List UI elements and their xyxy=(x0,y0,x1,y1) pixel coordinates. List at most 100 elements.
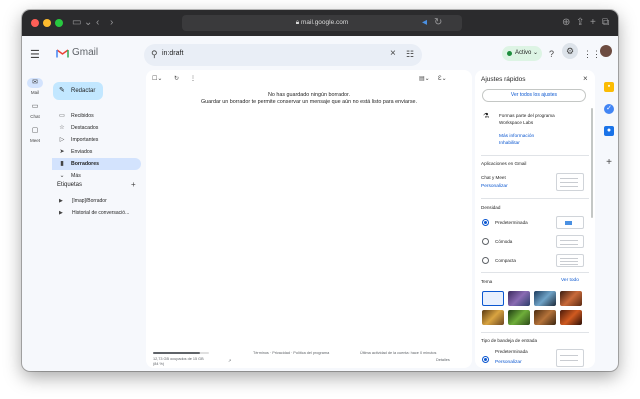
settings-gear-icon[interactable]: ⚙ xyxy=(562,43,578,59)
more-options-icon[interactable]: ⋮ xyxy=(190,75,196,82)
tab-overview-icon[interactable]: ⧉ xyxy=(602,16,609,30)
contacts-icon[interactable]: ● xyxy=(604,126,614,136)
theme-view-all-link[interactable]: Ver todo xyxy=(561,278,579,283)
search-icon[interactable]: ⚲ xyxy=(151,49,158,60)
rail-item-meet[interactable]: ▢ Meet xyxy=(22,126,48,143)
theme-default-thumbnail[interactable] xyxy=(482,291,504,306)
forward-icon[interactable]: › xyxy=(110,16,113,30)
scrollbar[interactable] xyxy=(591,108,593,218)
address-bar[interactable]: 🔒︎ mail.google.com xyxy=(182,15,462,31)
app-rail: ✉ Mail ▭ Chat ▢ Meet xyxy=(22,74,48,371)
search-bar[interactable]: ⚲ in:draft × ☷ xyxy=(144,44,422,66)
tasks-icon[interactable]: ✓ xyxy=(604,104,614,114)
divider xyxy=(481,198,589,199)
chat-meet-label: Chat y Meet xyxy=(481,175,506,180)
select-all-checkbox[interactable]: ☐⌄ xyxy=(152,75,162,82)
storage-meter[interactable] xyxy=(153,352,209,354)
divider xyxy=(481,155,589,156)
sidebar-item-destacados[interactable]: ☆ Destacados xyxy=(52,122,141,134)
sidebar-item-borradores[interactable]: ▮ Borradores xyxy=(52,158,141,170)
gmail-logo-icon[interactable] xyxy=(56,48,69,58)
label-tag-icon: ▶ xyxy=(59,198,63,204)
message-list-pane: ☐⌄ ↻ ⋮ ▤⌄ Ɛ⌄ No has guardado ningún borr… xyxy=(146,70,472,368)
density-option-label[interactable]: Compacta xyxy=(495,258,516,263)
density-default-radio[interactable] xyxy=(482,219,489,226)
compose-button[interactable]: ✎ Redactar xyxy=(53,82,103,100)
reload-icon[interactable]: ↻ xyxy=(434,16,442,30)
chevron-down-icon: ⌄ xyxy=(59,173,65,179)
audio-icon[interactable]: ◂ xyxy=(422,16,427,30)
theme-thumbnail[interactable] xyxy=(560,310,582,325)
download-icon[interactable]: ⊕ xyxy=(562,16,570,30)
density-compact-thumbnail[interactable] xyxy=(556,254,584,267)
sidebar-item-enviados[interactable]: ➤ Enviados xyxy=(52,146,141,158)
draft-icon: ▮ xyxy=(60,161,64,167)
theme-thumbnail[interactable] xyxy=(508,310,530,325)
rail-item-label: Chat xyxy=(30,114,40,119)
browser-toolbar: ▭ ⌄ ‹ › 🔒︎ mail.google.com ◂ ↻ ⊕ ⇪ + ⧉ xyxy=(22,10,618,36)
minimize-window-button[interactable] xyxy=(43,19,51,27)
details-link[interactable]: Detalles xyxy=(436,358,450,362)
density-compact-radio[interactable] xyxy=(482,257,489,264)
sidebar-item-importantes[interactable]: ▷ Importantes xyxy=(52,134,141,146)
language-input-icon[interactable]: Ɛ⌄ xyxy=(438,75,447,82)
close-window-button[interactable] xyxy=(31,19,39,27)
density-option-label[interactable]: Predeterminada xyxy=(495,220,528,225)
apps-layout-thumbnail[interactable] xyxy=(556,173,584,191)
empty-state-subtitle: Guardar un borrador te permite conservar… xyxy=(200,99,418,105)
sidebar-item-recibidos[interactable]: ▭ Recibidos xyxy=(52,110,141,122)
status-label: Activo xyxy=(515,50,532,56)
new-tab-icon[interactable]: + xyxy=(590,16,596,30)
theme-thumbnail[interactable] xyxy=(534,310,556,325)
clear-search-icon[interactable]: × xyxy=(390,48,396,59)
density-default-thumbnail[interactable] xyxy=(556,216,584,229)
theme-thumbnail[interactable] xyxy=(482,310,504,325)
theme-thumbnail[interactable] xyxy=(560,291,582,306)
more-info-link[interactable]: Más información xyxy=(499,134,534,139)
sidebar-item-label: Recibidos xyxy=(71,113,94,119)
search-options-icon[interactable]: ☷ xyxy=(406,49,414,60)
add-label-icon[interactable]: + xyxy=(131,180,136,189)
inbox-type-thumbnail[interactable] xyxy=(556,349,584,367)
inbox-default-label[interactable]: Predeterminada xyxy=(495,349,528,354)
label-item-imap-borrador[interactable]: ▶ [Imap]/Borrador xyxy=(52,195,142,207)
folder-nav: ▭ Recibidos ☆ Destacados ▷ Importantes ➤ Env… xyxy=(52,110,141,182)
avatar[interactable] xyxy=(600,45,612,57)
search-input[interactable]: in:draft xyxy=(162,50,183,57)
url-text: mail.google.com xyxy=(300,19,349,26)
theme-thumbnail[interactable] xyxy=(534,291,556,306)
chevron-down-icon[interactable]: ⌄ xyxy=(84,16,92,30)
density-comfortable-thumbnail[interactable] xyxy=(556,235,584,248)
zoom-window-button[interactable] xyxy=(55,19,63,27)
theme-thumbnail[interactable] xyxy=(508,291,530,306)
footer-links[interactable]: Términos · Privacidad · Política del pro… xyxy=(253,351,329,355)
inbox-default-radio[interactable] xyxy=(482,356,489,363)
add-addon-icon[interactable]: + xyxy=(604,158,614,168)
calendar-icon[interactable]: ▪ xyxy=(604,82,614,92)
back-icon[interactable]: ‹ xyxy=(96,16,99,30)
sidebar-toggle-icon[interactable]: ▭ xyxy=(72,16,81,30)
main-menu-icon[interactable]: ☰ xyxy=(30,48,40,61)
rail-item-chat[interactable]: ▭ Chat xyxy=(22,102,48,119)
personalize-apps-link[interactable]: Personalizar xyxy=(481,184,508,189)
apps-grid-icon[interactable]: ⋮⋮ xyxy=(583,49,601,60)
density-heading: Densidad xyxy=(481,205,501,210)
status-chip[interactable]: Activo ⌄ xyxy=(502,46,542,61)
open-storage-icon[interactable]: ↗ xyxy=(228,358,231,363)
density-comfortable-radio[interactable] xyxy=(482,238,489,245)
label-item-text: Historial de conversació... xyxy=(72,210,130,216)
refresh-icon[interactable]: ↻ xyxy=(174,75,179,82)
label-item-historial[interactable]: ▶ Historial de conversació... xyxy=(52,207,142,219)
disable-link[interactable]: Inhabilitar xyxy=(499,141,520,146)
share-icon[interactable]: ⇪ xyxy=(576,16,584,30)
help-icon[interactable]: ? xyxy=(549,49,554,59)
density-toggle-icon[interactable]: ▤⌄ xyxy=(419,75,430,82)
sidebar-item-mas[interactable]: ⌄ Más xyxy=(52,170,141,182)
see-all-settings-button[interactable]: Ver todos los ajustes xyxy=(482,89,586,102)
sidebar-item-label: Destacados xyxy=(71,125,99,131)
gmail-header: ☰ Gmail ⚲ in:draft × ☷ Activo ⌄ ? ⚙ ⋮⋮ xyxy=(22,36,618,74)
inbox-personalize-link[interactable]: Personalizar xyxy=(495,360,522,365)
close-icon[interactable]: × xyxy=(583,74,588,83)
rail-item-mail[interactable]: ✉ Mail xyxy=(22,78,48,95)
density-option-label[interactable]: Cómoda xyxy=(495,239,512,244)
